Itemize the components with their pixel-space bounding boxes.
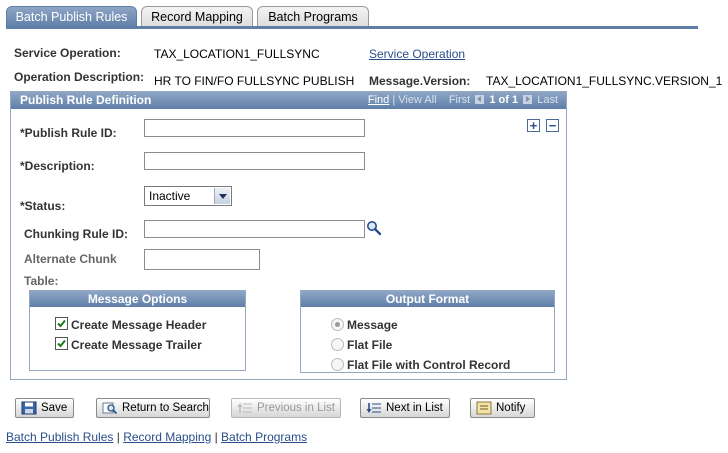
operation-description-value: HR TO FIN/FO FULLSYNC PUBLISH xyxy=(154,74,355,88)
operation-description-label: Operation Description: xyxy=(14,70,145,84)
view-all-link: View All xyxy=(398,94,437,106)
checkmark-icon xyxy=(57,339,66,348)
message-version-value: TAX_LOCATION1_FULLSYNC.VERSION_1 xyxy=(486,74,723,88)
return-to-search-button[interactable]: Return to Search xyxy=(96,398,210,418)
add-row-button[interactable]: + xyxy=(527,119,540,132)
publish-rule-definition-header: Publish Rule Definition Find | View All … xyxy=(11,92,566,109)
footer-link-batch-publish-rules[interactable]: Batch Publish Rules xyxy=(6,430,113,444)
flat-file-radio[interactable] xyxy=(331,338,344,351)
first-link: First xyxy=(448,94,471,106)
message-version-label: Message.Version: xyxy=(369,74,471,88)
scroll-navigation: Find | View All First 1 of 1 Last xyxy=(367,94,558,106)
flat-file-control-record-radio-label: Flat File with Control Record xyxy=(347,358,511,372)
tab-batch-programs[interactable]: Batch Programs xyxy=(257,6,369,27)
create-message-header-checkbox[interactable] xyxy=(55,317,68,330)
status-label: *Status: xyxy=(20,199,66,213)
create-message-header-label: Create Message Header xyxy=(71,318,207,332)
row-count: 1 of 1 xyxy=(489,94,519,106)
alternate-chunk-label: Alternate Chunk xyxy=(24,252,117,266)
create-message-trailer-label: Create Message Trailer xyxy=(71,338,202,352)
alternate-chunk-table-input[interactable] xyxy=(144,249,260,270)
notify-button[interactable]: Notify xyxy=(470,398,535,418)
find-link[interactable]: Find xyxy=(368,94,389,106)
tab-batch-publish-rules[interactable]: Batch Publish Rules xyxy=(6,6,137,27)
status-select[interactable]: Inactive xyxy=(144,186,232,206)
previous-in-list-icon xyxy=(237,403,252,413)
save-icon xyxy=(21,401,37,415)
flat-file-control-record-radio[interactable] xyxy=(331,358,344,371)
next-in-list-icon xyxy=(366,403,381,413)
output-format-title: Output Format xyxy=(301,291,554,307)
notify-icon xyxy=(476,401,492,415)
last-link: Last xyxy=(537,94,558,106)
description-label: *Description: xyxy=(20,159,95,173)
tab-record-mapping[interactable]: Record Mapping xyxy=(141,6,253,27)
service-operation-link[interactable]: Service Operation xyxy=(369,47,465,61)
footer-links: Batch Publish Rules | Record Mapping | B… xyxy=(6,430,308,444)
message-radio[interactable] xyxy=(331,318,344,331)
service-operation-label: Service Operation: xyxy=(14,46,121,60)
footer-link-record-mapping[interactable]: Record Mapping xyxy=(123,430,211,444)
create-message-trailer-checkbox[interactable] xyxy=(55,337,68,350)
chunking-rule-id-input[interactable] xyxy=(144,220,365,238)
status-select-value: Inactive xyxy=(149,189,191,203)
chevron-down-icon xyxy=(214,188,230,204)
publish-rule-definition-title: Publish Rule Definition xyxy=(20,93,152,107)
previous-in-list-button[interactable]: Previous in List xyxy=(231,398,341,418)
flat-file-radio-label: Flat File xyxy=(347,338,393,352)
checkmark-icon xyxy=(57,319,66,328)
previous-arrow-icon xyxy=(475,95,485,104)
publish-rule-id-label: *Publish Rule ID: xyxy=(20,126,117,140)
message-options-title: Message Options xyxy=(30,291,245,307)
service-operation-value: TAX_LOCATION1_FULLSYNC xyxy=(154,47,320,61)
chunking-rule-id-label: Chunking Rule ID: xyxy=(24,227,128,241)
save-button[interactable]: Save xyxy=(15,398,74,418)
alternate-chunk-table-label: Table: xyxy=(24,274,59,288)
lookup-search-icon[interactable] xyxy=(366,220,382,236)
return-to-search-icon xyxy=(102,402,118,415)
next-in-list-button[interactable]: Next in List xyxy=(360,398,450,418)
publish-rule-id-input[interactable] xyxy=(144,119,365,137)
description-input[interactable] xyxy=(144,152,365,170)
next-arrow-icon xyxy=(523,95,533,104)
message-radio-label: Message xyxy=(347,318,398,332)
delete-row-button[interactable]: − xyxy=(546,119,559,132)
footer-link-batch-programs[interactable]: Batch Programs xyxy=(221,430,307,444)
tab-underline xyxy=(6,26,698,29)
